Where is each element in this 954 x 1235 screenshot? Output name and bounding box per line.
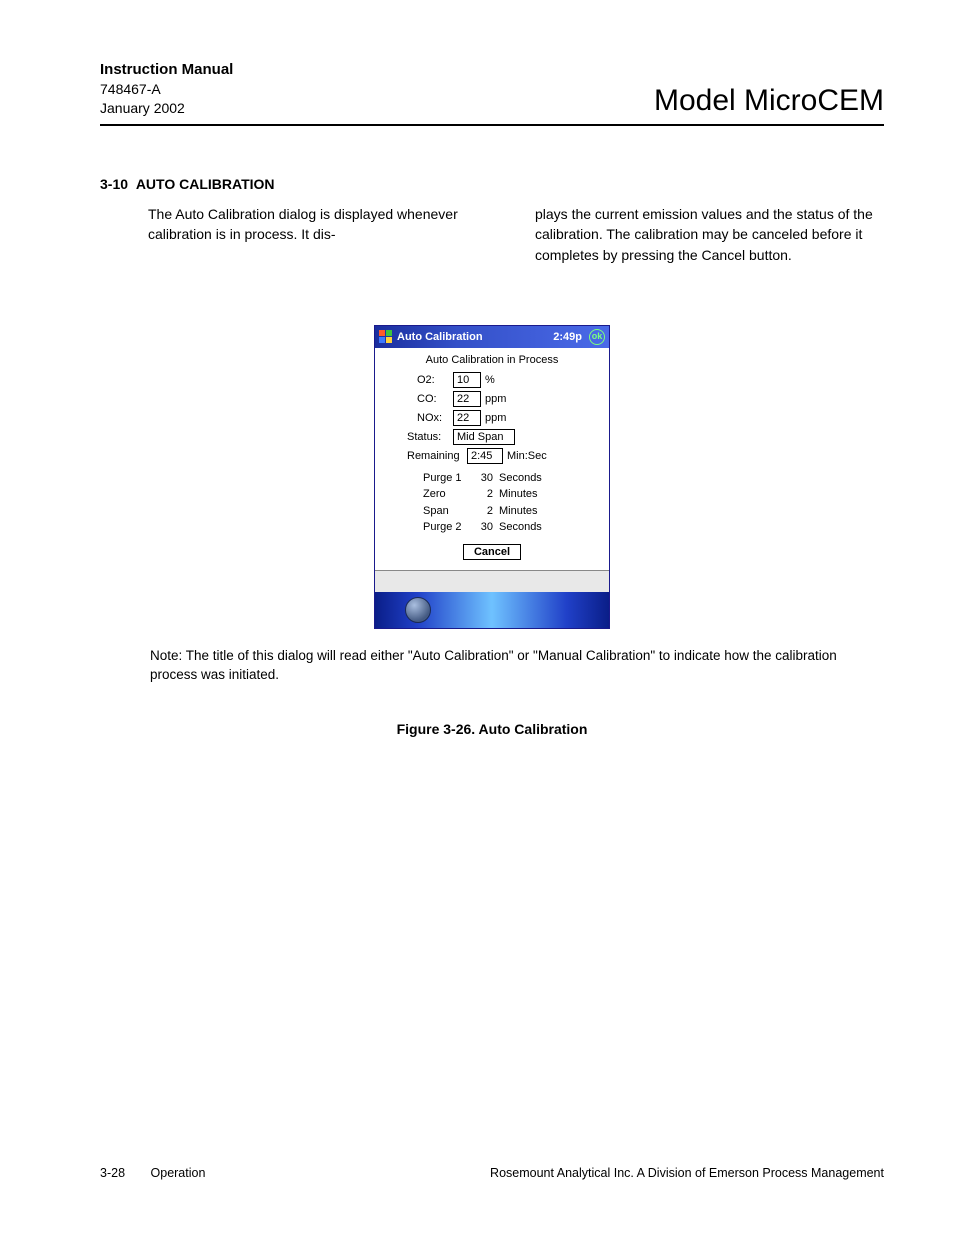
co-input[interactable]: 22 xyxy=(453,391,481,407)
pda-body: Auto Calibration in Process O2: 10 % CO:… xyxy=(375,348,609,570)
section-heading: 3-10 AUTO CALIBRATION xyxy=(100,176,884,192)
step-name: Zero xyxy=(423,486,473,503)
windows-start-icon[interactable] xyxy=(379,330,393,344)
topbar-title: Auto Calibration xyxy=(397,331,549,343)
step-name: Span xyxy=(423,503,473,520)
nox-row: NOx: 22 ppm xyxy=(383,410,601,426)
co-row: CO: 22 ppm xyxy=(383,391,601,407)
page-footer: 3-28 Operation Rosemount Analytical Inc.… xyxy=(100,1166,884,1180)
page-header: Instruction Manual 748467-A January 2002… xyxy=(100,60,884,126)
o2-input[interactable]: 10 xyxy=(453,372,481,388)
footer-chapter: Operation xyxy=(151,1166,206,1180)
table-row: Span 2 Minutes xyxy=(423,503,601,520)
step-value: 2 xyxy=(473,503,499,520)
remaining-unit: Min:Sec xyxy=(507,450,547,462)
step-value: 30 xyxy=(473,470,499,487)
remaining-label: Remaining xyxy=(407,450,463,462)
status-input[interactable]: Mid Span xyxy=(453,429,515,445)
doc-number: 748467-A xyxy=(100,80,233,99)
pda-taskbar xyxy=(375,592,609,628)
footer-page-number: 3-28 xyxy=(100,1166,125,1180)
status-row: Status: Mid Span xyxy=(383,429,601,445)
table-row: Purge 2 30 Seconds xyxy=(423,519,601,536)
nox-unit: ppm xyxy=(485,412,506,424)
cancel-button-wrap: Cancel xyxy=(383,544,601,560)
model-title: Model MicroCEM xyxy=(654,84,884,118)
process-message: Auto Calibration in Process xyxy=(383,354,601,366)
body-col-right: plays the current emission values and th… xyxy=(535,204,884,265)
step-value: 2 xyxy=(473,486,499,503)
pda-topbar: Auto Calibration 2:49p ok xyxy=(375,326,609,348)
body-columns: The Auto Calibration dialog is displayed… xyxy=(100,204,884,265)
pda-device: Auto Calibration 2:49p ok Auto Calibrati… xyxy=(374,325,610,629)
co-unit: ppm xyxy=(485,393,506,405)
section-number: 3-10 xyxy=(100,176,128,192)
section-title: AUTO CALIBRATION xyxy=(136,176,275,192)
table-row: Zero 2 Minutes xyxy=(423,486,601,503)
body-col-left: The Auto Calibration dialog is displayed… xyxy=(100,204,497,265)
remaining-row: Remaining 2:45 Min:Sec xyxy=(383,448,601,464)
remaining-input[interactable]: 2:45 xyxy=(467,448,503,464)
header-left-block: Instruction Manual 748467-A January 2002 xyxy=(100,60,233,118)
step-unit: Seconds xyxy=(499,519,559,536)
table-row: Purge 1 30 Seconds xyxy=(423,470,601,487)
status-label: Status: xyxy=(407,431,449,443)
step-value: 30 xyxy=(473,519,499,536)
step-name: Purge 2 xyxy=(423,519,473,536)
manual-title: Instruction Manual xyxy=(100,60,233,80)
figure-caption: Figure 3-26. Auto Calibration xyxy=(397,721,588,737)
o2-unit: % xyxy=(485,374,495,386)
pda-toolbar-strip xyxy=(375,570,609,592)
start-orb-icon[interactable] xyxy=(405,597,431,623)
step-unit: Seconds xyxy=(499,470,559,487)
o2-label: O2: xyxy=(417,374,449,386)
nox-input[interactable]: 22 xyxy=(453,410,481,426)
document-page: Instruction Manual 748467-A January 2002… xyxy=(0,0,954,1235)
footer-company: Rosemount Analytical Inc. A Division of … xyxy=(490,1166,884,1180)
figure-note: Note: The title of this dialog will read… xyxy=(100,647,884,685)
step-unit: Minutes xyxy=(499,486,559,503)
ok-button[interactable]: ok xyxy=(589,329,605,345)
cancel-button[interactable]: Cancel xyxy=(463,544,521,560)
co-label: CO: xyxy=(417,393,449,405)
o2-row: O2: 10 % xyxy=(383,372,601,388)
figure-wrap: Auto Calibration 2:49p ok Auto Calibrati… xyxy=(100,325,884,737)
footer-left: 3-28 Operation xyxy=(100,1166,205,1180)
nox-label: NOx: xyxy=(417,412,449,424)
step-unit: Minutes xyxy=(499,503,559,520)
step-name: Purge 1 xyxy=(423,470,473,487)
calibration-steps-table: Purge 1 30 Seconds Zero 2 Minutes Span 2… xyxy=(423,470,601,536)
doc-date: January 2002 xyxy=(100,99,233,118)
topbar-time: 2:49p xyxy=(553,331,582,343)
